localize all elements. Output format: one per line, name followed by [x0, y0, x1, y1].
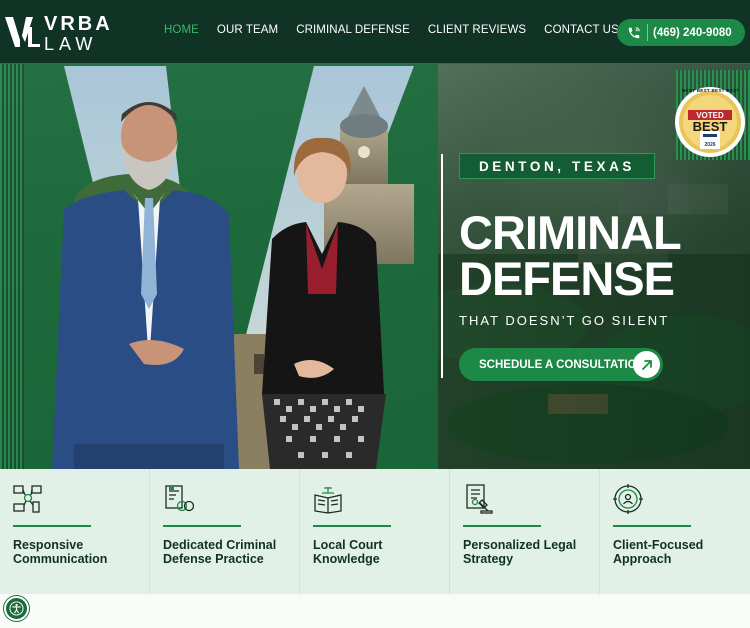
hero-section: BEST BEST BEST BEST VOTED BEST 2026 DENT… — [0, 64, 750, 469]
network-devices-icon — [13, 485, 42, 513]
feature-divider — [313, 525, 391, 527]
accessibility-button[interactable] — [4, 596, 29, 621]
feature-item: Client-Focused Approach — [600, 469, 750, 594]
phone-icon — [628, 26, 640, 38]
nav-client-reviews[interactable]: CLIENT REVIEWS — [428, 24, 526, 36]
logo-text: VRBA LAW — [44, 14, 113, 53]
accessibility-icon — [9, 601, 24, 616]
feature-title: Local Court Knowledge — [313, 538, 383, 566]
feature-divider — [13, 525, 91, 527]
hero-divider — [441, 154, 443, 378]
feature-title: Responsive Communication — [13, 538, 108, 566]
hero-tagline: THAT DOESN’T GO SILENT — [459, 313, 670, 328]
logo[interactable]: VRBA LAW — [4, 12, 114, 54]
nav-our-team[interactable]: OUR TEAM — [217, 24, 278, 36]
arrow-up-right-icon — [633, 351, 660, 378]
feature-item: Responsive Communication — [0, 469, 150, 594]
gavel-document-icon — [466, 484, 493, 514]
phone-button[interactable]: (469) 240-9080 — [617, 19, 745, 46]
feature-item: Personalized Legal Strategy — [450, 469, 600, 594]
badge-text: BEST BEST BEST BEST VOTED BEST 2026 — [674, 86, 746, 158]
feature-title: Client-Focused Approach — [613, 538, 704, 566]
feature-title: Dedicated Criminal Defense Practice — [163, 538, 277, 566]
logo-line1: VRBA — [44, 13, 113, 35]
phone-divider — [647, 24, 648, 41]
logo-line2: LAW — [44, 34, 98, 54]
page: VRBA LAW HOME OUR TEAM CRIMINAL DEFENSE … — [0, 0, 750, 628]
site-header: VRBA LAW HOME OUR TEAM CRIMINAL DEFENSE … — [0, 0, 750, 64]
client-target-icon — [613, 484, 643, 514]
feature-item: Dedicated Criminal Defense Practice — [150, 469, 300, 594]
nav-contact-us[interactable]: CONTACT US — [544, 24, 619, 36]
logo-mark-icon — [5, 17, 40, 47]
feature-divider — [163, 525, 241, 527]
hero-headline: CRIMINAL DEFENSE — [459, 206, 682, 305]
location-label: DENTON, TEXAS — [459, 153, 655, 179]
attorneys-photo — [52, 66, 414, 469]
headline-line2: DEFENSE — [459, 252, 675, 305]
nav-criminal-defense[interactable]: CRIMINAL DEFENSE — [296, 24, 410, 36]
feature-title: Personalized Legal Strategy — [463, 538, 577, 566]
badge-best: BEST — [692, 119, 728, 134]
nav-home[interactable]: HOME — [164, 24, 199, 36]
feature-divider — [613, 525, 691, 527]
stripe-decoration-left — [0, 64, 24, 469]
page-bottom — [0, 594, 750, 628]
feature-item: Local Court Knowledge — [300, 469, 450, 594]
features-strip: Responsive Communication Dedicated Crimi… — [0, 469, 750, 594]
phone-number: (469) 240-9080 — [653, 26, 732, 39]
handcuffs-document-icon — [165, 485, 194, 512]
badge-year: 2026 — [704, 142, 716, 148]
feature-divider — [463, 525, 541, 527]
main-nav: HOME OUR TEAM CRIMINAL DEFENSE CLIENT RE… — [164, 24, 637, 36]
schedule-consultation-button[interactable]: SCHEDULE A CONSULTATION — [459, 348, 663, 381]
law-book-icon — [314, 487, 342, 514]
badge-ring-text: BEST BEST BEST BEST — [682, 88, 738, 93]
cta-label: SCHEDULE A CONSULTATION — [479, 358, 645, 371]
headline-line1: CRIMINAL — [459, 206, 682, 259]
